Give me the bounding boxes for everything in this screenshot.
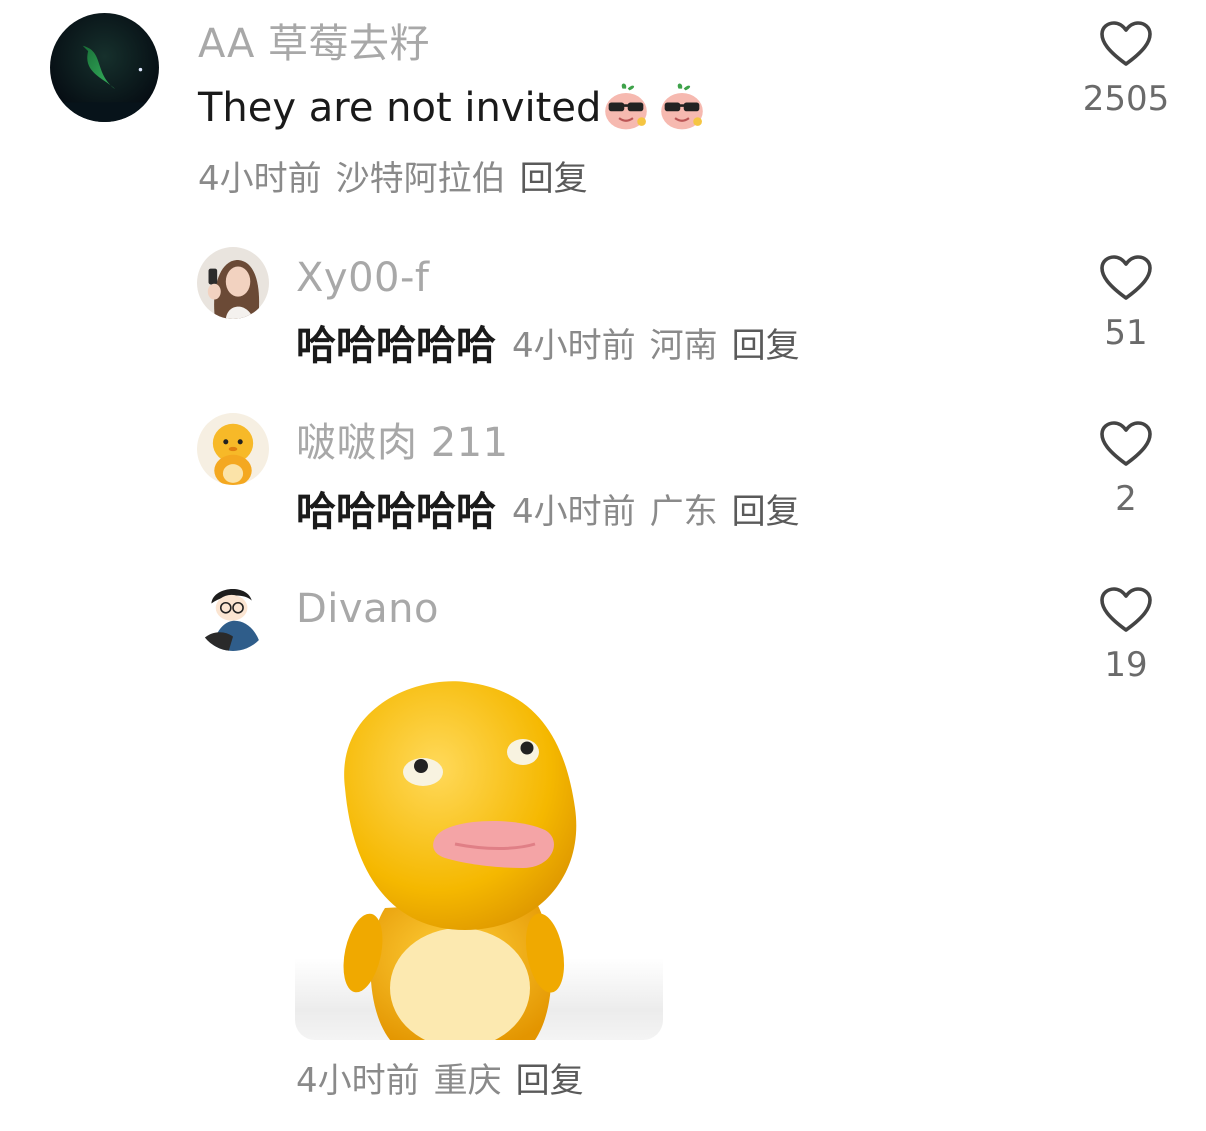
cartoon-boy-avatar-icon bbox=[197, 579, 269, 651]
comment-location: 重庆 bbox=[433, 1061, 502, 1101]
comment-username[interactable]: 啵啵肉 211 bbox=[296, 423, 509, 463]
comment-meta: 4小时前 沙特阿拉伯 回复 bbox=[198, 162, 588, 196]
sticker-image[interactable] bbox=[295, 668, 663, 1040]
comment-row: 哈哈哈哈哈 4小时前 广东 回复 bbox=[296, 492, 800, 532]
like-count: 51 bbox=[1104, 313, 1148, 353]
comment-meta: 4小时前 河南 回复 bbox=[512, 329, 800, 363]
avatar[interactable] bbox=[197, 579, 269, 651]
heart-icon[interactable] bbox=[1099, 586, 1153, 634]
comment-time: 4小时前 bbox=[198, 159, 322, 199]
comment-time: 4小时前 bbox=[512, 492, 636, 532]
reply-button[interactable]: 回复 bbox=[516, 1064, 584, 1098]
comment-text: 哈哈哈哈哈 bbox=[296, 489, 496, 535]
avatar[interactable] bbox=[197, 413, 269, 485]
like-control: 2505 bbox=[1071, 20, 1181, 116]
like-control: 19 bbox=[1071, 586, 1181, 682]
yellow-duck-avatar-icon bbox=[197, 413, 269, 485]
comment-username[interactable]: Xy00-f bbox=[296, 258, 430, 298]
sunglasses-sticker-icon bbox=[605, 83, 647, 130]
comment-location: 河南 bbox=[649, 326, 718, 366]
like-count: 2505 bbox=[1082, 79, 1170, 119]
reply-button[interactable]: 回复 bbox=[732, 495, 800, 529]
sunglasses-sticker-icon bbox=[661, 83, 703, 130]
avatar[interactable] bbox=[197, 247, 269, 319]
comment-username[interactable]: AA 草莓去籽 bbox=[198, 24, 430, 64]
comment-time: 4小时前 bbox=[512, 326, 636, 366]
comment-username[interactable]: Divano bbox=[296, 589, 439, 629]
comment-time: 4小时前 bbox=[296, 1061, 420, 1101]
avatar[interactable] bbox=[50, 13, 159, 122]
yellow-duck-tongue-sticker-icon bbox=[343, 681, 577, 1040]
comment-row: 哈哈哈哈哈 4小时前 河南 回复 bbox=[296, 326, 800, 366]
girl-portrait-avatar-icon bbox=[197, 247, 269, 319]
heart-icon[interactable] bbox=[1099, 254, 1153, 302]
comment-location: 沙特阿拉伯 bbox=[335, 159, 506, 199]
like-count: 2 bbox=[1115, 479, 1137, 519]
comment-meta: 4小时前 广东 回复 bbox=[512, 495, 800, 529]
comment-text: They are not invited bbox=[198, 85, 602, 131]
heart-icon[interactable] bbox=[1099, 420, 1153, 468]
like-control: 51 bbox=[1071, 254, 1181, 350]
like-count: 19 bbox=[1104, 645, 1148, 685]
comment-meta: 4小时前 重庆 回复 bbox=[296, 1064, 584, 1098]
like-control: 2 bbox=[1071, 420, 1181, 516]
heart-icon[interactable] bbox=[1099, 20, 1153, 68]
reply-button[interactable]: 回复 bbox=[732, 329, 800, 363]
comment-text: 哈哈哈哈哈 bbox=[296, 323, 496, 369]
aurora-avatar-icon bbox=[50, 13, 159, 122]
reply-button[interactable]: 回复 bbox=[520, 162, 588, 196]
comment-location: 广东 bbox=[649, 492, 718, 532]
